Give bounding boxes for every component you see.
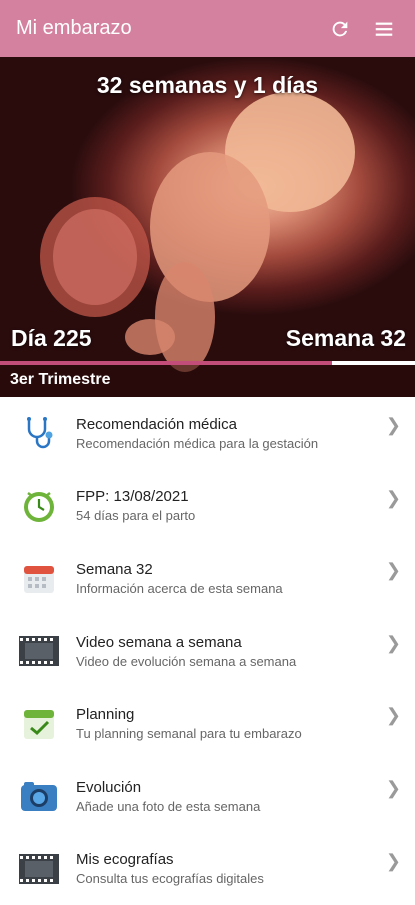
app-bar: Mi embarazo bbox=[0, 0, 415, 57]
item-subtitle: Recomendación médica para la gestación bbox=[76, 435, 319, 451]
list-item-week-info[interactable]: Semana 32 Información acerca de esta sem… bbox=[0, 542, 415, 615]
item-subtitle: Consulta tus ecografías digitales bbox=[76, 871, 264, 887]
calendar-check-icon bbox=[19, 704, 59, 744]
item-title: Evolución bbox=[76, 778, 142, 796]
item-title: Video semana a semana bbox=[76, 633, 242, 651]
item-subtitle: Video de evolución semana a semana bbox=[76, 653, 297, 669]
refresh-button[interactable] bbox=[325, 14, 355, 44]
chevron-right-icon: ❯ bbox=[385, 850, 401, 871]
item-subtitle: 54 días para el parto bbox=[76, 508, 196, 524]
item-title: FPP: 13/08/2021 bbox=[76, 488, 189, 506]
item-title: Mis ecografías bbox=[76, 851, 174, 869]
film-icon bbox=[19, 631, 59, 671]
fetus-hero-image: 32 semanas y 1 días Día 225 Semana 32 3e… bbox=[0, 57, 415, 397]
pregnancy-progress-fill bbox=[0, 361, 332, 365]
item-subtitle: Información acerca de esta semana bbox=[76, 580, 283, 596]
item-subtitle: Tu planning semanal para tu embarazo bbox=[76, 726, 302, 742]
list-item-due-date[interactable]: FPP: 13/08/2021 54 días para el parto ❯ bbox=[0, 470, 415, 543]
item-title: Planning bbox=[76, 706, 135, 724]
weeks-counter: 32 semanas y 1 días bbox=[96, 72, 319, 98]
refresh-icon bbox=[332, 21, 348, 36]
day-counter: Día 225 bbox=[11, 325, 92, 351]
list-item-medical-recommendation[interactable]: Recomendación médica Recomendación médic… bbox=[0, 397, 415, 470]
item-title: Recomendación médica bbox=[76, 415, 237, 433]
list-item-evolution[interactable]: Evolución Añade una foto de esta semana … bbox=[0, 760, 415, 833]
calendar-icon bbox=[19, 558, 59, 598]
item-title: Semana 32 bbox=[76, 560, 153, 578]
chevron-right-icon: ❯ bbox=[385, 560, 401, 581]
clock-icon bbox=[19, 486, 59, 526]
item-subtitle: Añade una foto de esta semana bbox=[76, 798, 261, 814]
chevron-right-icon: ❯ bbox=[385, 632, 401, 653]
week-counter: Semana 32 bbox=[285, 325, 406, 351]
stethoscope-icon bbox=[19, 413, 59, 453]
menu-icon bbox=[375, 22, 393, 36]
chevron-right-icon: ❯ bbox=[385, 705, 401, 726]
chevron-right-icon: ❯ bbox=[385, 415, 401, 435]
list-item-planning[interactable]: Planning Tu planning semanal para tu emb… bbox=[0, 687, 415, 760]
chevron-right-icon: ❯ bbox=[385, 777, 401, 798]
trimester-label: 3er Trimestre bbox=[10, 371, 111, 388]
film-icon bbox=[19, 849, 59, 889]
camera-icon bbox=[19, 776, 59, 816]
list-item-weekly-video[interactable]: Video semana a semana Video de evolución… bbox=[0, 615, 415, 688]
app-title: Mi embarazo bbox=[16, 17, 132, 39]
chevron-right-icon: ❯ bbox=[385, 487, 401, 508]
menu-button[interactable] bbox=[369, 14, 399, 44]
menu-list: Recomendación médica Recomendación médic… bbox=[0, 397, 415, 905]
list-item-ultrasounds[interactable]: Mis ecografías Consulta tus ecografías d… bbox=[0, 833, 415, 905]
